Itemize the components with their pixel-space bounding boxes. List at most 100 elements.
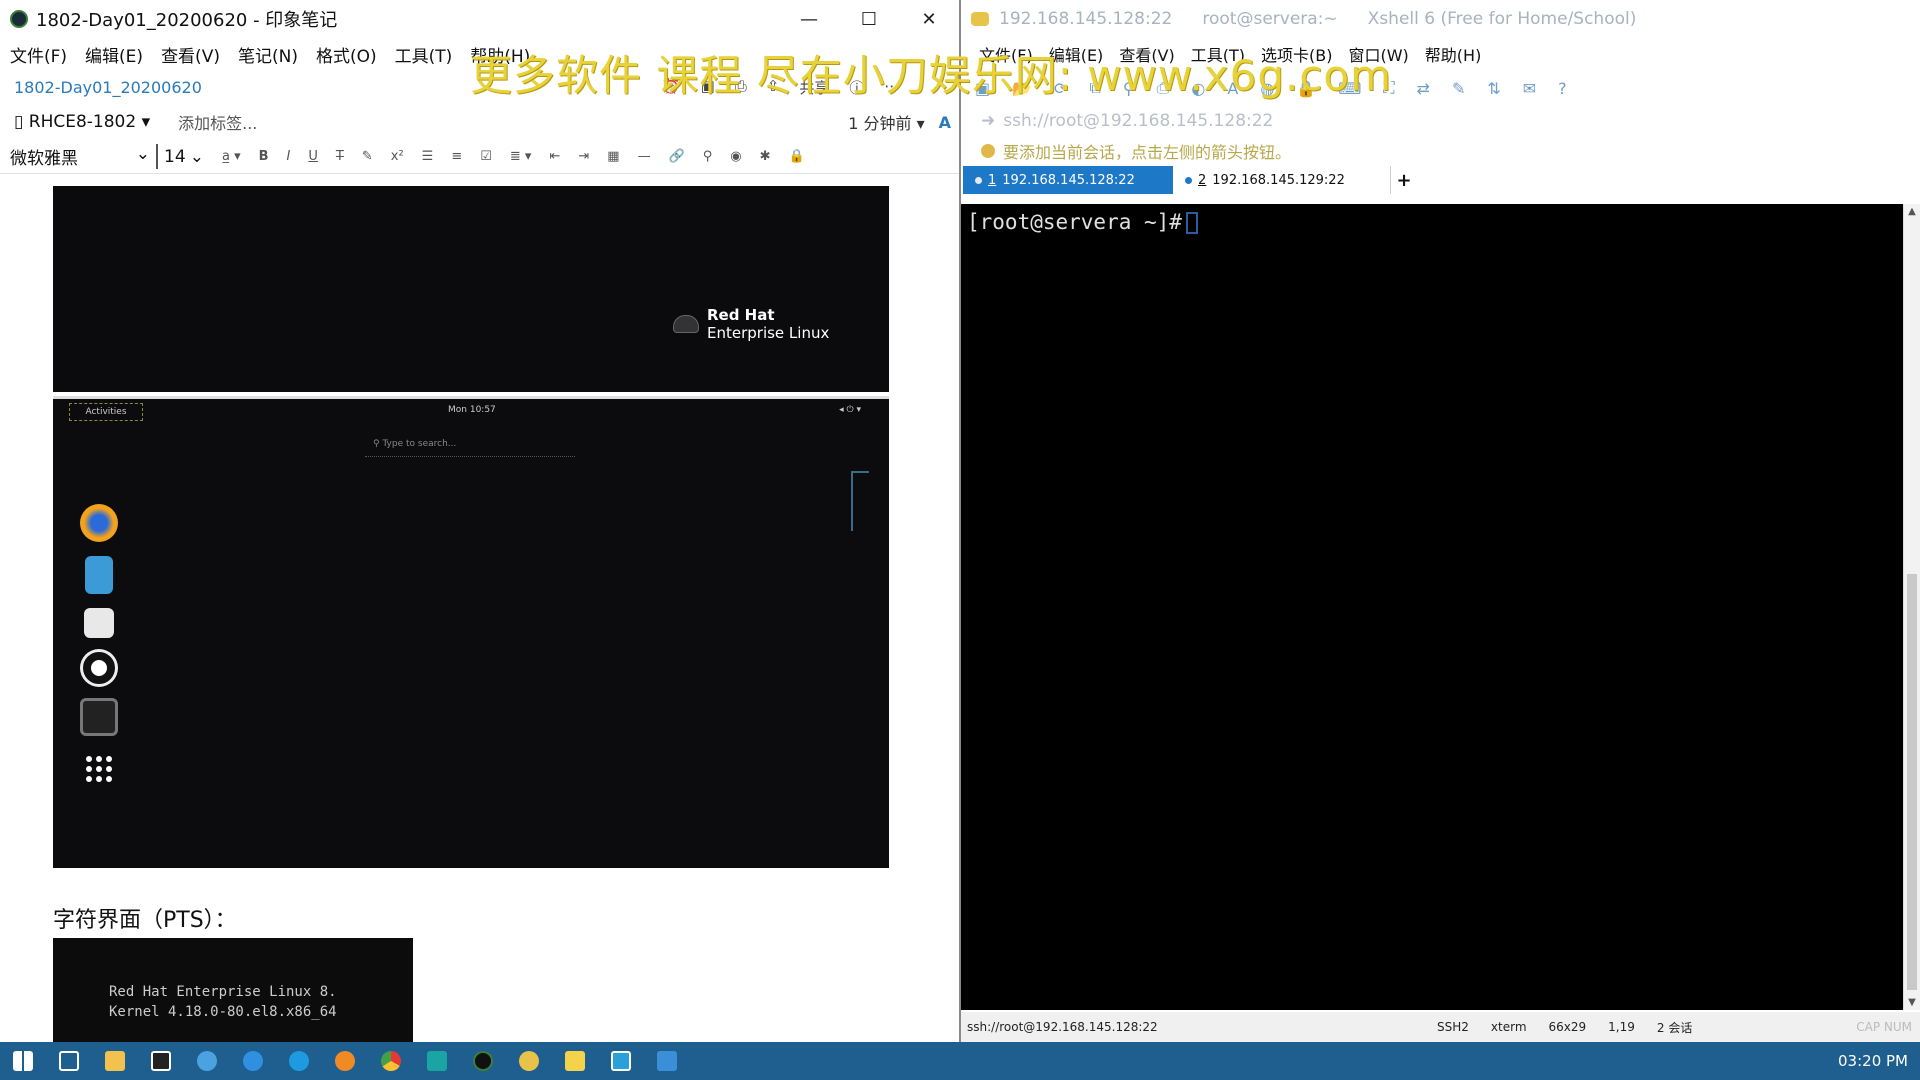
note-title[interactable]: 1802-Day01_20200620 — [14, 78, 202, 97]
underline-icon[interactable]: U — [308, 149, 318, 164]
chrome-icon — [381, 1051, 401, 1071]
address-arrow-icon[interactable]: ➜ — [981, 111, 995, 131]
remote-desktop-icon — [611, 1051, 631, 1071]
session-status-icon — [975, 176, 982, 184]
gnome-search-placeholder: Type to search... — [382, 439, 457, 449]
status-terminal-size: 66x29 — [1548, 1020, 1587, 1034]
xshell-title-user: root@servera:~ — [1202, 9, 1338, 29]
gnome-dash — [69, 504, 129, 788]
menu-note[interactable]: 笔记(N) — [238, 42, 298, 67]
add-tab-button[interactable]: + — [1391, 166, 1417, 194]
script-icon[interactable]: ✎ — [1452, 79, 1465, 98]
xshell-address-bar[interactable]: ➜ ssh://root@192.168.145.128:22 — [961, 106, 1920, 136]
taskbar-evernote[interactable] — [460, 1042, 506, 1080]
highlight-icon[interactable]: ✎ — [362, 149, 373, 164]
numbered-list-icon[interactable]: ≡ — [451, 149, 462, 164]
taskbar-xshell[interactable] — [506, 1042, 552, 1080]
terminal-icon — [80, 698, 118, 736]
status-protocol: SSH2 — [1437, 1020, 1469, 1034]
menu-view[interactable]: 查看(V) — [161, 42, 220, 67]
session-tab-1[interactable]: 1 192.168.145.128:22 — [963, 166, 1173, 194]
window-title: 1802-Day01_20200620 - 印象笔记 — [36, 10, 338, 31]
pts-heading: 字符界面（PTS）： — [53, 908, 237, 933]
task-view-button[interactable] — [46, 1042, 92, 1080]
format-toolbar: 微软雅黑 ⌄ 14 ⌄ a̲ ▾ B I U T ✎ x² ☰ ≡ ☑ ≣ ▾ ⇤ … — [0, 140, 959, 174]
lock-icon[interactable]: 🔒 — [789, 149, 805, 164]
hint-text: 要添加当前会话，点击左侧的箭头按钮。 — [1003, 143, 1292, 162]
start-button[interactable] — [0, 1042, 46, 1080]
scrollbar-thumb[interactable] — [1907, 574, 1917, 990]
maximize-icon[interactable]: ☐ — [839, 0, 899, 38]
taskbar-app-1[interactable] — [184, 1042, 230, 1080]
taskbar-browser[interactable] — [276, 1042, 322, 1080]
xshell-titlebar: 192.168.145.128:22 root@servera:~ Xshell… — [961, 0, 1920, 38]
evernote-app-icon — [10, 10, 28, 28]
add-tag-field[interactable]: 添加标签... — [178, 110, 257, 134]
taskbar-explorer[interactable] — [92, 1042, 138, 1080]
font-style-icon[interactable]: A — [939, 113, 951, 132]
notebook-selector[interactable]: ▯ RHCE8-1802 ▾ — [14, 112, 150, 132]
help-icon[interactable]: ? — [1558, 79, 1567, 98]
align-icon[interactable]: ≣ ▾ — [510, 149, 532, 164]
tab-label: 192.168.145.128:22 — [1002, 172, 1135, 188]
strikethrough-icon[interactable]: T — [336, 149, 344, 164]
font-size-select[interactable]: 14 ⌄ — [158, 147, 208, 167]
taskbar-remote[interactable] — [598, 1042, 644, 1080]
text-color-icon[interactable]: a̲ ▾ — [222, 149, 241, 164]
code-icon[interactable]: ✱ — [760, 149, 771, 164]
horizontal-rule-icon[interactable]: — — [638, 149, 651, 164]
outdent-icon[interactable]: ⇤ — [549, 149, 560, 164]
text-cursor — [1185, 212, 1198, 234]
taskbar-photos[interactable] — [644, 1042, 690, 1080]
redhat-brand-line2: Enterprise Linux — [707, 324, 830, 342]
note-body[interactable]: Red Hat Enterprise Linux Activities Mon … — [0, 176, 959, 1042]
attach-icon[interactable]: ⚲ — [703, 149, 713, 164]
taskbar-clock[interactable]: 03:20 PM — [1838, 1052, 1908, 1070]
scroll-up-icon[interactable]: ▲ — [1904, 206, 1920, 217]
xftp-icon[interactable]: ⇅ — [1487, 79, 1500, 98]
updated-time[interactable]: 1 分钟前 ▾ — [848, 110, 924, 134]
taskbar-firefox[interactable] — [322, 1042, 368, 1080]
screenshot-gnome-desktop: Activities Mon 10:57 ◂ ⏻ ▾ ⚲ Type to sea… — [53, 396, 889, 868]
menu-edit[interactable]: 编辑(E) — [85, 42, 143, 67]
xs-menu-help[interactable]: 帮助(H) — [1425, 42, 1482, 66]
xshell-app-icon — [971, 12, 989, 26]
close-icon[interactable]: ✕ — [899, 0, 959, 38]
bold-icon[interactable]: B — [259, 149, 269, 164]
menu-tools[interactable]: 工具(T) — [395, 42, 453, 67]
font-family-select[interactable]: 微软雅黑 ⌄ — [10, 144, 158, 169]
taskbar-recorder[interactable] — [414, 1042, 460, 1080]
bulb-icon — [981, 144, 995, 158]
browser-icon — [289, 1051, 309, 1071]
xshell-hint-bar: 要添加当前会话，点击左侧的箭头按钮。 — [961, 136, 1920, 166]
show-apps-icon — [80, 750, 118, 788]
table-icon[interactable]: ▦ — [607, 149, 619, 164]
taskbar-xftp[interactable] — [552, 1042, 598, 1080]
link-icon[interactable]: 🔗 — [669, 149, 685, 164]
xshell-statusbar: ssh://root@192.168.145.128:22 SSH2 xterm… — [961, 1012, 1920, 1042]
menu-file[interactable]: 文件(F) — [10, 42, 67, 67]
taskbar-store[interactable] — [138, 1042, 184, 1080]
indent-icon[interactable]: ⇥ — [578, 149, 589, 164]
menu-format[interactable]: 格式(O) — [316, 42, 377, 67]
terminal-area[interactable]: [root@servera ~]# — [961, 204, 1903, 1010]
chevron-down-icon: ⌄ — [189, 146, 204, 167]
compose-icon[interactable]: ✉ — [1523, 79, 1536, 98]
checkbox-icon[interactable]: ☑ — [480, 149, 492, 164]
transfer-icon[interactable]: ⇄ — [1417, 79, 1430, 98]
record-icon[interactable]: ◉ — [730, 149, 741, 164]
terminal-scrollbar[interactable]: ▲ ▼ — [1903, 204, 1920, 1010]
files-icon — [85, 556, 113, 594]
session-tab-2[interactable]: 2 192.168.145.129:22 — [1173, 166, 1391, 194]
italic-icon[interactable]: I — [287, 149, 291, 164]
minimize-icon[interactable]: — — [779, 0, 839, 38]
firefox-icon — [80, 504, 118, 542]
superscript-icon[interactable]: x² — [391, 149, 404, 164]
address-value: ssh://root@192.168.145.128:22 — [1003, 111, 1274, 131]
taskbar-chrome[interactable] — [368, 1042, 414, 1080]
software-icon — [84, 608, 114, 638]
taskbar-edge[interactable] — [230, 1042, 276, 1080]
photos-icon — [657, 1051, 677, 1071]
bullet-list-icon[interactable]: ☰ — [422, 149, 434, 164]
scroll-down-icon[interactable]: ▼ — [1904, 997, 1920, 1008]
